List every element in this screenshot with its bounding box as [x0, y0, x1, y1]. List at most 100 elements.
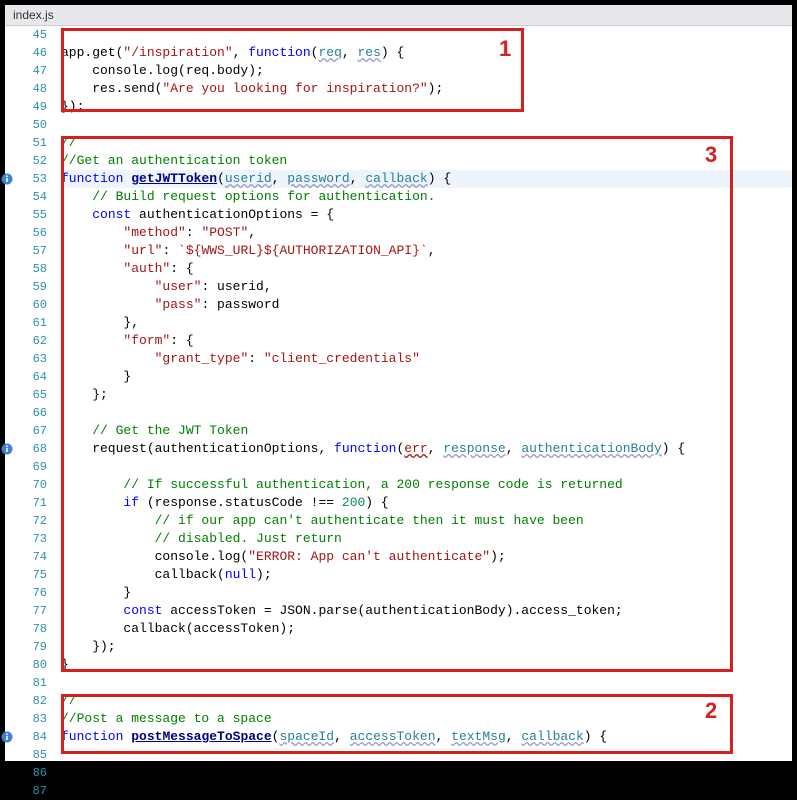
code-line[interactable]: }	[61, 368, 792, 386]
code-line[interactable]: // if our app can't authenticate then it…	[61, 512, 792, 530]
code-line[interactable]: //Get an authentication token	[61, 152, 792, 170]
code-line[interactable]: if (response.statusCode !== 200) {	[61, 494, 792, 512]
code-line[interactable]	[61, 26, 792, 44]
token-param: response	[443, 441, 505, 456]
gutter: 4546474849505152535455565758596061626364…	[5, 26, 55, 758]
code-line[interactable]: "url": `${WWS_URL}${AUTHORIZATION_API}`,	[61, 242, 792, 260]
code-line[interactable]: request(authenticationOptions, function(…	[61, 440, 792, 458]
line-number: 52	[5, 152, 47, 170]
code-line[interactable]	[61, 404, 792, 422]
code-content[interactable]: app.get("/inspiration", function(req, re…	[55, 26, 792, 758]
token-punc: });	[61, 99, 84, 114]
token-com: // disabled. Just return	[155, 531, 342, 546]
token-punc	[61, 531, 155, 546]
code-line[interactable]: "user": userid,	[61, 278, 792, 296]
info-icon[interactable]	[1, 731, 13, 743]
annotation-label-1: 1	[499, 36, 511, 62]
code-line[interactable]: //Post a message to a space	[61, 710, 792, 728]
token-punc: }	[61, 585, 131, 600]
code-line[interactable]: callback(accessToken);	[61, 620, 792, 638]
token-ident: res.send(	[61, 81, 162, 96]
code-line[interactable]: app.get("/inspiration", function(req, re…	[61, 44, 792, 62]
token-punc: }	[61, 657, 69, 672]
code-line[interactable]: }	[61, 584, 792, 602]
line-number: 76	[5, 584, 47, 602]
code-line[interactable]	[61, 746, 792, 764]
code-line[interactable]: const authenticationOptions = {	[61, 206, 792, 224]
token-ident: app.get(	[61, 45, 123, 60]
code-line[interactable]	[61, 764, 792, 782]
code-line[interactable]: console.log(req.body);	[61, 62, 792, 80]
code-line[interactable]: //	[61, 134, 792, 152]
code-line[interactable]: "pass": password	[61, 296, 792, 314]
code-line[interactable]: // disabled. Just return	[61, 530, 792, 548]
code-line[interactable]: console.log("ERROR: App can't authentica…	[61, 548, 792, 566]
code-line[interactable]: });	[61, 98, 792, 116]
code-area[interactable]: 4546474849505152535455565758596061626364…	[5, 26, 792, 758]
line-number: 64	[5, 368, 47, 386]
token-fn-def: postMessageToSpace	[131, 729, 271, 744]
code-line[interactable]: });	[61, 638, 792, 656]
code-line[interactable]: function getJWTToken(userid, password, c…	[61, 170, 792, 188]
token-punc: {	[443, 171, 451, 186]
token-punc: ,	[428, 441, 444, 456]
token-punc	[61, 603, 123, 618]
token-kw: const	[123, 603, 162, 618]
code-line[interactable]: res.send("Are you looking for inspiratio…	[61, 80, 792, 98]
line-number: 51	[5, 134, 47, 152]
code-line[interactable]: const accessToken = JSON.parse(authentic…	[61, 602, 792, 620]
code-line[interactable]	[61, 458, 792, 476]
token-punc: ) {	[662, 441, 685, 456]
info-icon[interactable]	[1, 173, 13, 185]
token-punc: )	[428, 171, 444, 186]
token-ident: callback(accessToken);	[61, 621, 295, 636]
tab-filename[interactable]: index.js	[13, 8, 54, 22]
code-line[interactable]: // If successful authentication, a 200 r…	[61, 476, 792, 494]
token-punc: !==	[311, 495, 334, 510]
token-punc	[61, 513, 155, 528]
token-punc: );	[256, 567, 272, 582]
code-line[interactable]: };	[61, 386, 792, 404]
token-punc	[61, 477, 123, 492]
token-punc: ,	[506, 729, 522, 744]
line-number: 53	[5, 170, 47, 188]
tab-bar: index.js	[5, 5, 792, 26]
token-num: 200	[342, 495, 365, 510]
token-punc	[61, 333, 123, 348]
line-number: 49	[5, 98, 47, 116]
code-line[interactable]: }	[61, 782, 792, 800]
line-number: 59	[5, 278, 47, 296]
line-number: 48	[5, 80, 47, 98]
code-line[interactable]: callback(null);	[61, 566, 792, 584]
code-line[interactable]: }	[61, 656, 792, 674]
token-punc: ) {	[381, 45, 404, 60]
code-line[interactable]: //	[61, 692, 792, 710]
line-number: 62	[5, 332, 47, 350]
token-kw: function	[61, 729, 123, 744]
code-line[interactable]: "method": "POST",	[61, 224, 792, 242]
line-number: 74	[5, 548, 47, 566]
token-fn-def: getJWTToken	[131, 171, 217, 186]
info-icon[interactable]	[1, 443, 13, 455]
token-punc: ,	[272, 171, 288, 186]
code-line[interactable]	[61, 116, 792, 134]
token-kw: if	[123, 495, 139, 510]
token-com: // Get the JWT Token	[92, 423, 248, 438]
code-line[interactable]: // Build request options for authenticat…	[61, 188, 792, 206]
code-line[interactable]: },	[61, 314, 792, 332]
token-kw: function	[61, 171, 123, 186]
token-punc	[61, 495, 123, 510]
code-line[interactable]: "form": {	[61, 332, 792, 350]
code-line[interactable]: "auth": {	[61, 260, 792, 278]
code-line[interactable]: // Get the JWT Token	[61, 422, 792, 440]
token-str: "Are you looking for inspiration?"	[162, 81, 427, 96]
code-line[interactable]	[61, 674, 792, 692]
token-ident: (response.statusCode	[139, 495, 311, 510]
line-number: 77	[5, 602, 47, 620]
code-line[interactable]: "grant_type": "client_credentials"	[61, 350, 792, 368]
code-line[interactable]: function postMessageToSpace(spaceId, acc…	[61, 728, 792, 746]
token-punc: ,	[350, 171, 366, 186]
line-number: 72	[5, 512, 47, 530]
line-number: 47	[5, 62, 47, 80]
token-param: req	[318, 45, 341, 60]
